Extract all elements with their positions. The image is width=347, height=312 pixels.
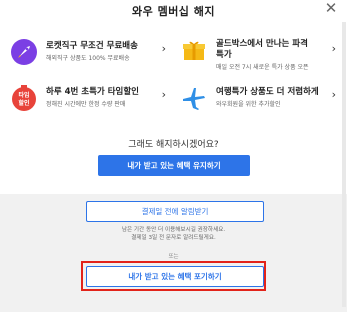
dialog-title: 와우 멤버십 해지 xyxy=(132,5,215,18)
svg-text:타임: 타임 xyxy=(18,91,29,99)
benefit-title: 로켓직구 무조건 무료배송 xyxy=(46,41,138,51)
chevron-right-icon: › xyxy=(331,42,336,55)
notify-before-payment-button[interactable]: 결제일 전에 알림받기 xyxy=(86,201,264,222)
benefit-description: 와우회원을 위한 추가할인 xyxy=(216,101,281,108)
chevron-right-icon: › xyxy=(331,88,336,101)
info-text: 남은 기간 동안 더 이용해보시길 권장하세요. 결제일 3일 전 문자로 알려… xyxy=(0,226,347,242)
keep-benefits-button[interactable]: 내가 받고 있는 혜택 유지하기 xyxy=(98,155,250,176)
benefit-item-gold-box[interactable]: 골드박스에서 만나는 파격 특가 매일 오전 7시 새로운 특가 상품 오픈 › xyxy=(170,33,340,77)
benefit-title: 하루 4번 초특가 타임할인 xyxy=(46,87,139,97)
chevron-right-icon: › xyxy=(161,88,166,101)
benefit-description: 매일 오전 7시 새로운 특가 상품 오픈 xyxy=(216,64,309,71)
benefits-panel: 로켓직구 무조건 무료배송 해외직구 상품도 100% 무료배송 › 골드박스에… xyxy=(0,22,347,194)
benefit-description: 해외직구 상품도 100% 무료배송 xyxy=(46,55,130,62)
benefit-title: 골드박스에서 만나는 파격 특가 xyxy=(216,39,308,60)
rocket-icon xyxy=(11,39,37,65)
benefit-item-time-sale[interactable]: 타임 할인 하루 4번 초특가 타임할인 정해진 시간에만 한정 수량 판매 › xyxy=(0,79,170,123)
time-sale-icon: 타임 할인 xyxy=(12,85,36,111)
dialog-header: 와우 멤버십 해지 ✕ xyxy=(0,0,347,22)
or-divider-text: 또는 xyxy=(168,254,179,260)
benefit-item-travel[interactable]: 여행특가 상품도 더 저렴하게 와우회원을 위한 추가할인 › xyxy=(170,79,340,123)
cancel-confirm-question: 그래도 해지하시겠어요? xyxy=(128,140,219,150)
chevron-right-icon: › xyxy=(161,42,166,55)
scrollbar[interactable] xyxy=(342,22,346,307)
benefit-item-rocket-shipping[interactable]: 로켓직구 무조건 무료배송 해외직구 상품도 100% 무료배송 › xyxy=(0,33,170,77)
close-icon[interactable]: ✕ xyxy=(323,0,339,16)
airplane-icon xyxy=(183,88,205,110)
give-up-benefits-button[interactable]: 내가 받고 있는 혜택 포기하기 xyxy=(86,266,264,287)
benefit-title: 여행특가 상품도 더 저렴하게 xyxy=(216,87,319,97)
info-line: 결제일 3일 전 문자로 알려드릴게요. xyxy=(131,235,216,241)
svg-text:할인: 할인 xyxy=(18,99,30,107)
info-line: 남은 기간 동안 더 이용해보시길 권장하세요. xyxy=(121,227,226,233)
gold-box-icon xyxy=(183,41,205,60)
benefit-description: 정해진 시간에만 한정 수량 판매 xyxy=(46,101,126,108)
